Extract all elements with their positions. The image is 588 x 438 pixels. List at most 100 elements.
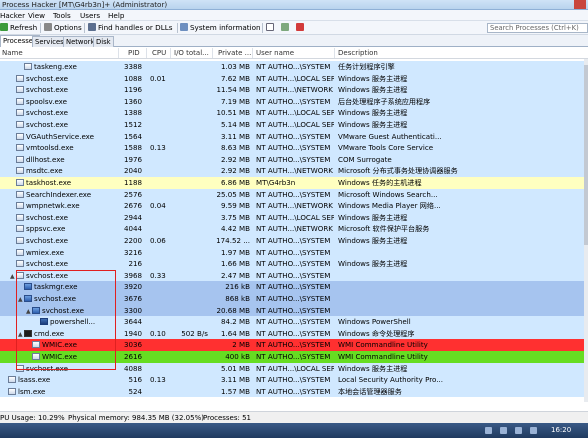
- process-row[interactable]: VGAuthService.exe 3.11 MB NT AUTHO...\SYST…: [0, 130, 584, 143]
- process-row[interactable]: svchost.exe 5.14 MB NT AUTH...\LOCAL SERVI…: [0, 119, 584, 131]
- column-pid[interactable]: PID: [128, 47, 140, 59]
- pid-cell: 4088: [123, 363, 142, 373]
- pid-cell: 1188: [123, 178, 142, 187]
- process-name: lsm.exe: [18, 386, 46, 396]
- description-cell: COM Surrogate: [338, 154, 392, 164]
- refresh-icon: [0, 23, 8, 31]
- close-button[interactable]: [574, 0, 586, 9]
- pid-cell: 2040: [123, 166, 142, 176]
- process-icon: [16, 155, 24, 163]
- tab-disk[interactable]: Disk: [93, 36, 114, 47]
- description-cell: Windows 命令处理程序: [338, 328, 415, 338]
- process-row[interactable]: spoolsv.exe 7.19 MB NT AUTHO...\SYSTEM 后台处理…: [0, 95, 584, 108]
- user-name-cell: NT AUTHO...\SYSTEM: [256, 386, 331, 396]
- pid-cell: 3300: [123, 305, 142, 315]
- process-row[interactable]: svchost.exe 1.66 MB NT AUTHO...\SYSTEM Wind…: [0, 258, 584, 270]
- tray-icon[interactable]: [485, 427, 492, 434]
- tab-services[interactable]: Services: [32, 36, 67, 47]
- pid-cell: 2616: [123, 352, 142, 361]
- user-name-cell: NT AUTHO...\SYSTEM: [256, 294, 331, 303]
- process-row[interactable]: dllhost.exe 2.92 MB NT AUTHO...\SYSTEM COM …: [0, 153, 584, 166]
- pid-cell: 2576: [123, 189, 142, 199]
- process-name-cell: dllhost.exe: [10, 154, 200, 166]
- menu-help[interactable]: Help: [108, 10, 124, 21]
- description-cell: Windows 服务主进程: [338, 259, 408, 269]
- description-cell: Microsoft 软件保护平台服务: [338, 224, 430, 234]
- process-name-cell: lsm.exe: [2, 386, 192, 398]
- process-icon: [16, 225, 24, 233]
- user-name-cell: NT AUTH...\NETWORK SERVICE: [256, 201, 334, 211]
- process-row[interactable]: SearchIndexer.exe 25.05 MB NT AUTHO...\SYS…: [0, 188, 584, 201]
- process-name: vmtoolsd.exe: [26, 143, 74, 153]
- private-bytes-cell: 10.51 MB: [216, 108, 250, 118]
- window-icon: [266, 23, 274, 31]
- process-row[interactable]: lsm.exe 1.57 MB NT AUTHO...\SYSTEM 本地会话管理器服…: [0, 385, 584, 398]
- column-user-name[interactable]: User name: [256, 47, 294, 59]
- network-icon[interactable]: [530, 427, 537, 434]
- private-bytes-cell: 84.2 MB: [220, 317, 250, 327]
- process-row[interactable]: taskeng.exe 1.03 MB NT AUTHO...\SYSTEM 任务计划…: [0, 61, 584, 73]
- system-information-label: System information: [190, 23, 261, 32]
- process-row[interactable]: taskhost.exe 6.86 MB MT\G4rb3n Windows 任务的主…: [0, 177, 584, 189]
- cpu-cell: 0.33: [150, 270, 166, 280]
- column-io[interactable]: I/O total...: [174, 47, 209, 59]
- process-row[interactable]: wmiex.exe 1.97 MB NT AUTHO...\SYSTEM 3216: [0, 246, 584, 259]
- terminate-button[interactable]: [296, 22, 306, 34]
- process-icon: [16, 213, 24, 221]
- search-input[interactable]: Search Processes (Ctrl+K): [487, 23, 588, 33]
- column-separator: [212, 48, 213, 58]
- pid-cell: 1976: [123, 154, 142, 164]
- menu-view[interactable]: View: [28, 10, 45, 21]
- process-icon: [8, 376, 16, 384]
- process-row[interactable]: sppsvc.exe 4.42 MB NT AUTH...\NETWORK SERV…: [0, 223, 584, 235]
- process-row[interactable]: svchost.exe 7.62 MB NT AUTH...\LOCAL SERVI…: [0, 72, 584, 85]
- process-name-cell: taskhost.exe: [10, 177, 200, 189]
- status-bar: PU Usage: 10.29% Physical memory: 984.35…: [0, 411, 588, 423]
- scrollbar-thumb[interactable]: [584, 65, 588, 245]
- column-cpu[interactable]: CPU: [152, 47, 166, 59]
- menu-tools[interactable]: Tools: [53, 10, 71, 21]
- pid-cell: 3216: [123, 247, 142, 257]
- toolbar-separator: [262, 23, 263, 33]
- description-cell: Windows 服务主进程: [338, 73, 408, 83]
- process-row[interactable]: msdtc.exe 2.92 MB NT AUTH...\NETWORK SERVI…: [0, 165, 584, 177]
- pid-cell: 1512: [123, 120, 142, 129]
- process-row[interactable]: svchost.exe 11.54 MB NT AUTH...\NETWORK SE…: [0, 84, 584, 96]
- process-name-cell: svchost.exe: [10, 258, 200, 270]
- find-handles-button[interactable]: Find handles or DLLs: [88, 22, 172, 34]
- menu-hacker[interactable]: Hacker: [0, 10, 25, 21]
- pid-cell: 1360: [123, 96, 142, 106]
- vertical-scrollbar[interactable]: [584, 59, 588, 402]
- pid-cell: 3644: [123, 317, 142, 327]
- maximize-button[interactable]: [560, 0, 572, 9]
- private-bytes-cell: 4.42 MB: [220, 224, 250, 234]
- column-separator: [252, 48, 253, 58]
- system-information-button[interactable]: System information: [180, 22, 261, 34]
- window-icon-button[interactable]: [266, 22, 276, 34]
- user-name-cell: NT AUTH...\NETWORK SERVICE: [256, 166, 334, 176]
- menu-users[interactable]: Users: [80, 10, 100, 21]
- user-name-cell: NT AUTHO...\SYSTEM: [256, 352, 331, 361]
- column-name[interactable]: Name: [2, 47, 23, 59]
- process-row[interactable]: svchost.exe 10.51 MB NT AUTH...\LOCAL SERV…: [0, 107, 584, 119]
- process-icon: [16, 190, 24, 198]
- tray-icon[interactable]: [500, 427, 507, 434]
- column-private-bytes[interactable]: Private ...: [218, 47, 251, 59]
- user-name-cell: NT AUTHO...\SYSTEM: [256, 131, 331, 141]
- process-name-cell: sppsvc.exe: [10, 223, 200, 235]
- process-row[interactable]: svchost.exe 174.52 ... NT AUTHO...\SYSTEM W…: [0, 235, 584, 247]
- properties-button[interactable]: [281, 22, 291, 34]
- toolbar-separator: [40, 23, 41, 33]
- process-row[interactable]: wmpnetwk.exe 9.59 MB NT AUTH...\NETWORK SE…: [0, 200, 584, 212]
- process-icon: [16, 237, 24, 244]
- process-row[interactable]: lsass.exe 3.11 MB NT AUTHO...\SYSTEM Local …: [0, 374, 584, 386]
- process-row[interactable]: svchost.exe 3.75 MB NT AUTH...\LOCAL SERVI…: [0, 211, 584, 224]
- chart-icon: [180, 23, 188, 31]
- minimize-button[interactable]: [546, 0, 558, 9]
- volume-icon[interactable]: [515, 427, 522, 434]
- options-button[interactable]: Options: [44, 22, 82, 34]
- process-row[interactable]: vmtoolsd.exe 8.63 MB NT AUTHO...\SYSTEM VMw…: [0, 142, 584, 154]
- process-name-cell: wmiex.exe: [10, 247, 200, 259]
- refresh-button[interactable]: Refresh: [0, 22, 37, 34]
- column-description[interactable]: Description: [338, 47, 378, 59]
